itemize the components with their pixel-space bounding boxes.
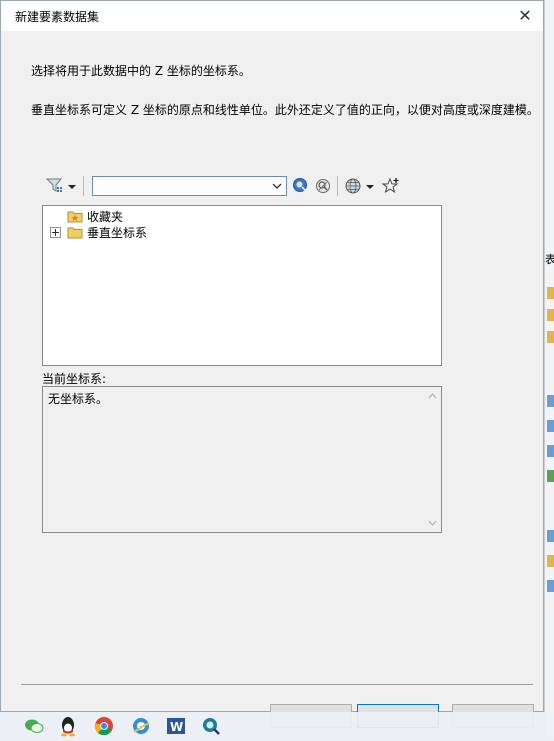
folder-icon: [67, 225, 83, 239]
current-coordinate-system-box: 无坐标系。: [42, 386, 442, 533]
chrome-icon[interactable]: [92, 714, 116, 738]
footer-divider: [21, 684, 533, 685]
background-grid-icon: [547, 470, 554, 482]
search-icon[interactable]: [291, 176, 311, 196]
tree-item-vertical-coordinate-systems[interactable]: 垂直坐标系: [49, 224, 249, 240]
background-window-right: 表: [544, 0, 554, 740]
svg-text:W: W: [170, 720, 183, 734]
tree-item-label: 收藏夹: [87, 210, 124, 224]
globe-dropdown-icon[interactable]: [365, 176, 375, 196]
browser-icon[interactable]: [129, 714, 153, 738]
filter-dropdown-icon[interactable]: [67, 176, 77, 196]
toolbar-separator: [337, 176, 338, 196]
arcgis-icon[interactable]: [199, 714, 223, 738]
coordinate-system-tree[interactable]: 收藏夹 垂直坐标系: [42, 205, 442, 366]
tree-item-label: 垂直坐标系: [87, 226, 148, 240]
filter-icon[interactable]: [45, 176, 65, 196]
new-feature-dataset-dialog: 新建要素数据集 ✕ 选择将用于此数据中的 Z 坐标的坐标系。 垂直坐标系可定义 …: [0, 0, 544, 728]
background-folder-icon: [547, 287, 554, 299]
chevron-down-icon[interactable]: [271, 179, 283, 193]
description-line-2: 垂直坐标系可定义 Z 坐标的原点和线性单位。此外还定义了值的正向，以便对高度或深…: [31, 103, 539, 117]
word-icon[interactable]: W: [164, 714, 188, 738]
toolbar-separator: [83, 176, 84, 196]
expand-icon[interactable]: [50, 227, 61, 238]
background-grid-icon: [547, 530, 554, 542]
background-folder-icon: [547, 331, 554, 343]
qq-icon[interactable]: [56, 714, 80, 738]
title-bar[interactable]: 新建要素数据集 ✕: [1, 1, 543, 31]
tree-item-favorites[interactable]: 收藏夹: [49, 208, 249, 224]
background-folder-icon: [547, 309, 554, 321]
add-favorite-icon[interactable]: [381, 176, 401, 196]
description-line-1: 选择将用于此数据中的 Z 坐标的坐标系。: [31, 64, 251, 78]
search-input[interactable]: [93, 177, 271, 193]
dialog-title: 新建要素数据集: [15, 10, 100, 24]
background-grid-icon: [547, 395, 554, 407]
coordinate-system-toolbar: [43, 173, 443, 199]
scroll-up-icon[interactable]: [428, 393, 437, 399]
background-grid-icon: [547, 420, 554, 432]
background-grid-icon: [547, 580, 554, 592]
current-coordinate-system-label: 当前坐标系:: [42, 372, 107, 386]
background-text-fragment: 表: [545, 253, 554, 266]
current-coordinate-system-value: 无坐标系。: [48, 392, 109, 406]
wechat-icon[interactable]: [22, 714, 46, 738]
scroll-down-icon[interactable]: [428, 520, 437, 526]
clear-search-icon[interactable]: [313, 176, 333, 196]
background-folder-icon: [547, 555, 554, 567]
favorites-folder-icon: [67, 209, 83, 223]
close-button[interactable]: ✕: [511, 3, 539, 29]
search-combobox[interactable]: [92, 176, 287, 196]
taskbar: W: [0, 712, 554, 740]
vertical-scrollbar[interactable]: [424, 387, 441, 532]
globe-icon[interactable]: [343, 176, 363, 196]
background-grid-icon: [547, 445, 554, 457]
